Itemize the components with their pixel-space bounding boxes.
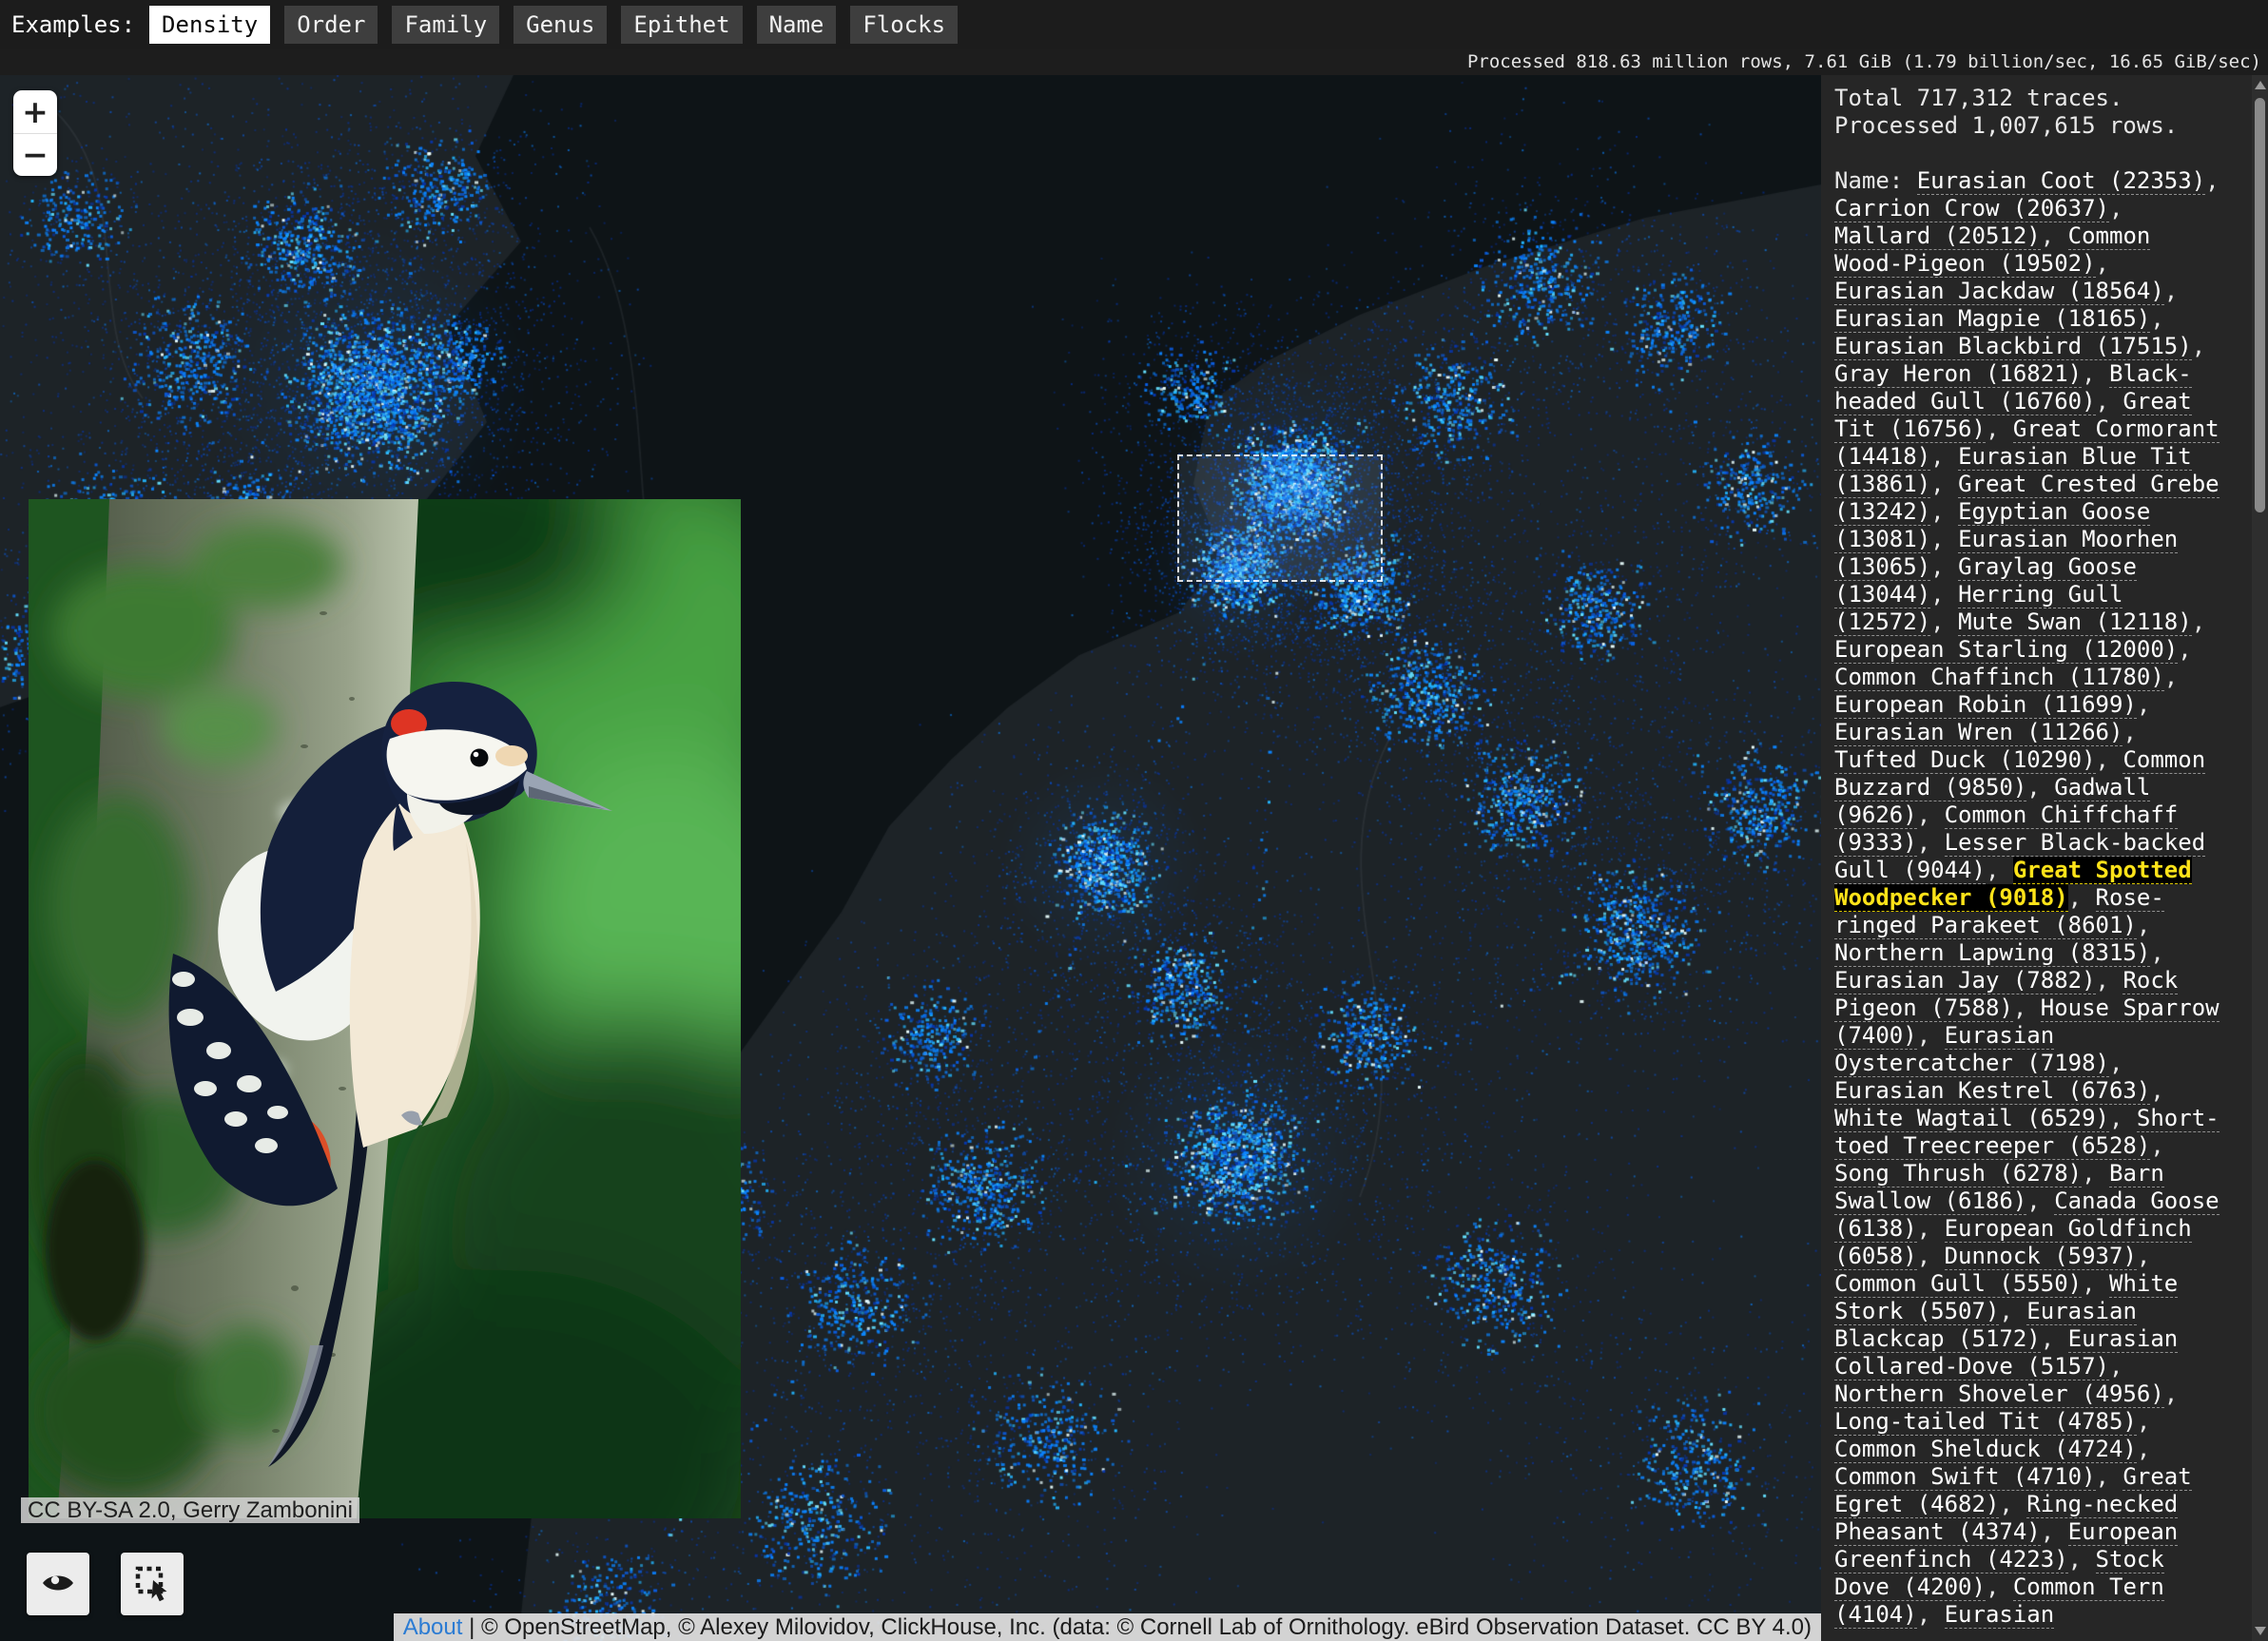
example-button-genus[interactable]: Genus	[514, 6, 607, 44]
species-list: Name: Eurasian Coot (22353), Carrion Cro…	[1834, 167, 2224, 1629]
species-link[interactable]: Eurasian Blackbird (17515)	[1834, 333, 2192, 360]
results-sidebar: Total 717,312 traces. Processed 1,007,61…	[1821, 75, 2268, 1641]
scrollbar-thumb[interactable]	[2255, 98, 2265, 512]
species-link[interactable]: Song Thrush (6278)	[1834, 1160, 2082, 1187]
species-link[interactable]: Eurasian Coot (22353)	[1917, 167, 2205, 195]
species-link[interactable]: Northern Shoveler (4956)	[1834, 1380, 2164, 1408]
zoom-out-button[interactable]: −	[13, 134, 57, 177]
example-button-density[interactable]: Density	[149, 6, 270, 44]
sidebar-scrollbar[interactable]	[2252, 75, 2268, 1641]
species-link[interactable]: White Wagtail (6529)	[1834, 1105, 2109, 1132]
photo-caption: CC BY-SA 2.0, Gerry Zambonini	[21, 1497, 359, 1523]
rectangle-select-icon	[132, 1563, 172, 1606]
example-button-name[interactable]: Name	[757, 6, 837, 44]
species-link[interactable]: Common Gull (5550)	[1834, 1270, 2082, 1298]
species-link[interactable]: Dunnock (5937)	[1945, 1243, 2137, 1270]
species-link[interactable]: Eurasian	[1945, 1601, 2055, 1629]
query-stats-text: Processed 818.63 million rows, 7.61 GiB …	[1467, 49, 2261, 75]
species-link[interactable]: Tufted Duck (10290)	[1834, 746, 2096, 774]
zoom-control: + −	[13, 90, 57, 176]
species-link[interactable]: Eurasian Jackdaw (18564)	[1834, 278, 2164, 305]
species-link[interactable]: Eurasian Kestrel (6763)	[1834, 1077, 2150, 1105]
species-link[interactable]: Mallard (20512)	[1834, 222, 2041, 250]
woodpecker-photo-image	[29, 499, 741, 1518]
species-link[interactable]: Common Shelduck (4724)	[1834, 1436, 2137, 1463]
query-stats-bar: Processed 818.63 million rows, 7.61 GiB …	[0, 49, 2268, 75]
attribution-bar: About | © OpenStreetMap, © Alexey Milovi…	[394, 1613, 1821, 1641]
example-button-family[interactable]: Family	[392, 6, 499, 44]
species-link[interactable]: Eurasian Wren (11266)	[1834, 719, 2123, 746]
map-selection-rect[interactable]	[1177, 454, 1383, 582]
scroll-up-arrow-icon[interactable]	[2255, 81, 2266, 89]
zoom-in-button[interactable]: +	[13, 90, 57, 134]
example-button-epithet[interactable]: Epithet	[621, 6, 742, 44]
species-link[interactable]: Common Chaffinch (11780)	[1834, 664, 2164, 691]
attribution-text: | © OpenStreetMap, © Alexey Milovidov, C…	[462, 1614, 1812, 1640]
species-link[interactable]: Northern Lapwing (8315)	[1834, 939, 2150, 967]
species-link[interactable]: Gray Heron (16821)	[1834, 360, 2082, 388]
scroll-down-arrow-icon[interactable]	[2255, 1627, 2266, 1635]
species-link[interactable]: Eurasian Jay (7882)	[1834, 967, 2096, 994]
traces-total: Total 717,312 traces.	[1834, 85, 2224, 112]
species-link[interactable]: Carrion Crow (20637)	[1834, 195, 2109, 222]
eye-icon	[40, 1565, 76, 1604]
examples-toolbar: Examples: Density Order Family Genus Epithet…	[0, 0, 2268, 49]
species-link[interactable]: Common Swift (4710)	[1834, 1463, 2096, 1491]
species-link[interactable]: European Starling (12000)	[1834, 636, 2178, 664]
species-link[interactable]: Eurasian Magpie (18165)	[1834, 305, 2150, 333]
about-link[interactable]: About	[403, 1614, 463, 1640]
woodpecker-photo	[29, 499, 741, 1518]
species-list-label: Name:	[1834, 167, 1917, 194]
examples-buttons: Density Order Family Genus Epithet Name Flocks	[149, 6, 958, 44]
rows-processed: Processed 1,007,615 rows.	[1834, 112, 2224, 140]
species-link[interactable]: European Robin (11699)	[1834, 691, 2137, 719]
species-link[interactable]: Mute Swan (12118)	[1958, 608, 2192, 636]
rectangle-select-button[interactable]	[121, 1553, 184, 1615]
example-button-order[interactable]: Order	[284, 6, 378, 44]
examples-label: Examples:	[11, 11, 135, 38]
app-root: Examples: Density Order Family Genus Epithet…	[0, 0, 2268, 1641]
visibility-toggle-button[interactable]	[27, 1553, 89, 1615]
species-list-links: Eurasian Coot (22353), Carrion Crow (206…	[1834, 167, 2220, 1629]
species-link[interactable]: Long-tailed Tit (4785)	[1834, 1408, 2137, 1436]
example-button-flocks[interactable]: Flocks	[850, 6, 958, 44]
